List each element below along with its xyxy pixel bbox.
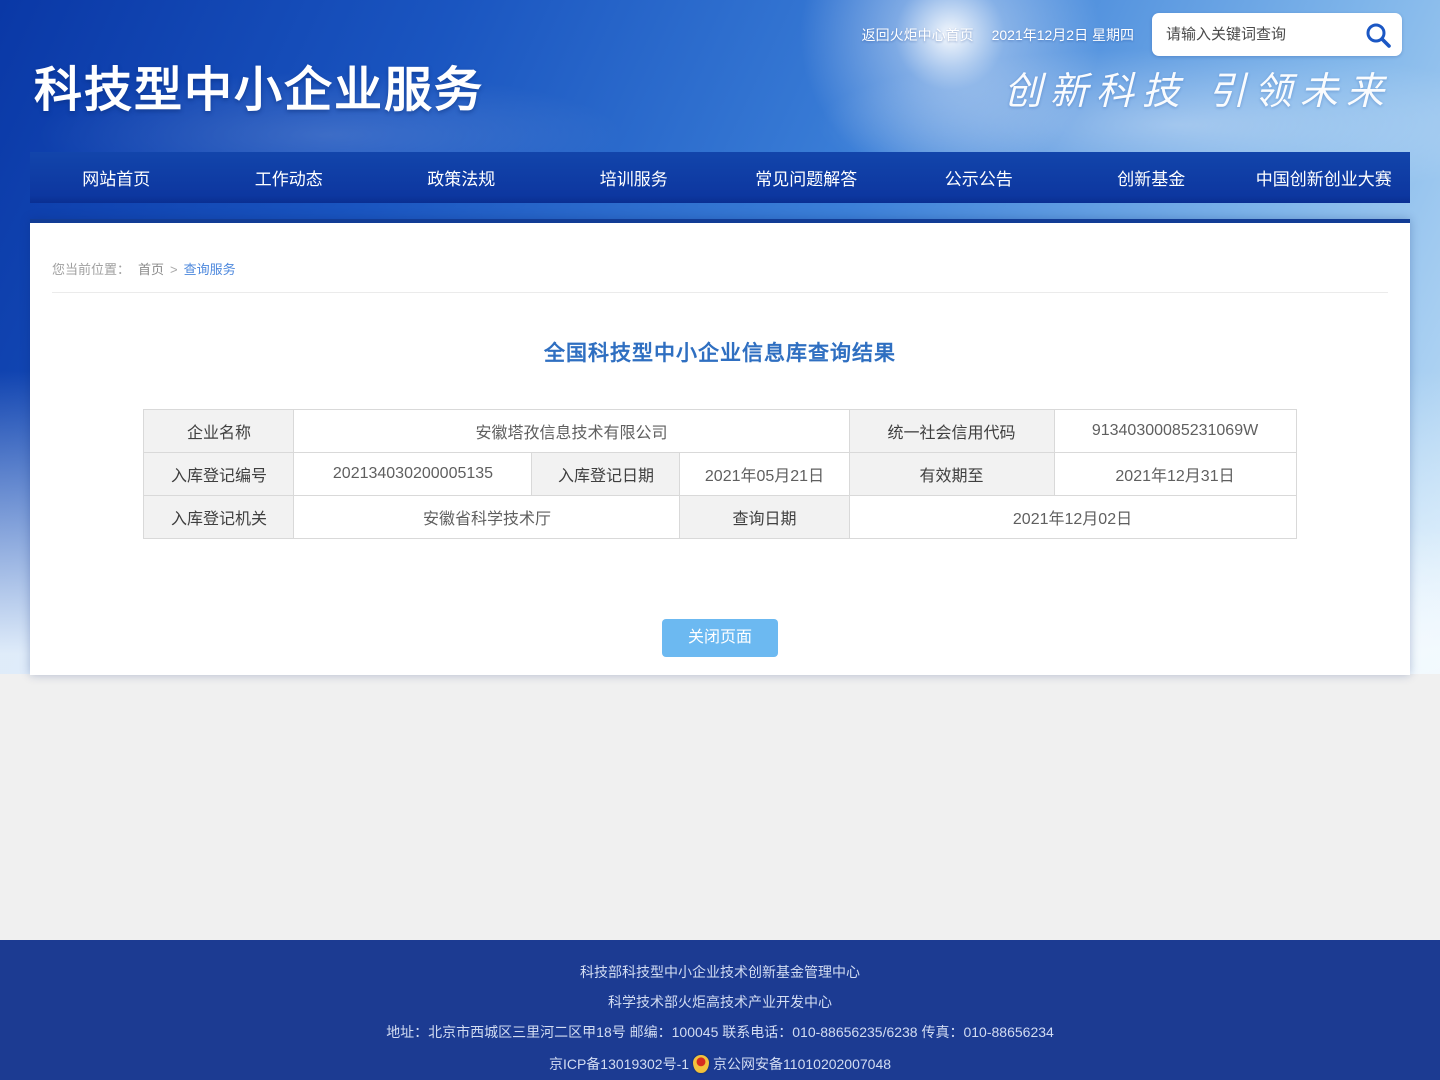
registration-date-label: 入库登记日期 <box>532 453 680 496</box>
search-box <box>1152 13 1402 56</box>
credit-code-value: 91340300085231069W <box>1054 410 1296 453</box>
breadcrumb-prefix: 您当前位置： <box>52 262 130 277</box>
page-title: 全国科技型中小企业信息库查询结果 <box>30 337 1410 367</box>
breadcrumb-divider <box>52 292 1388 293</box>
footer-address-line: 地址：北京市西城区三里河二区甲18号 邮编：100045 联系电话：010-88… <box>0 1025 1440 1039</box>
content-card: 您当前位置： 首页 > 查询服务 全国科技型中小企业信息库查询结果 企业名称 安徽塔孜… <box>30 219 1410 675</box>
site-header: 科技型中小企业服务 返回火炬中心首页 2021年12月2日 星期四 创新科技 引… <box>0 0 1440 152</box>
table-row: 入库登记编号 202134030200005135 入库登记日期 2021年05… <box>144 453 1296 496</box>
close-page-button[interactable]: 关闭页面 <box>662 619 778 657</box>
company-name-value: 安徽塔孜信息技术有限公司 <box>294 410 849 453</box>
breadcrumb-current-link[interactable]: 查询服务 <box>184 262 236 277</box>
valid-until-label: 有效期至 <box>849 453 1054 496</box>
nav-item-home[interactable]: 网站首页 <box>30 152 203 203</box>
button-row: 关闭页面 <box>30 619 1410 657</box>
registration-date-value: 2021年05月21日 <box>680 453 849 496</box>
police-badge-icon <box>693 1055 709 1073</box>
query-result-table: 企业名称 安徽塔孜信息技术有限公司 统一社会信用代码 9134030008523… <box>143 409 1296 539</box>
return-torch-home-link[interactable]: 返回火炬中心首页 <box>862 25 974 45</box>
registration-number-value: 202134030200005135 <box>294 453 532 496</box>
search-input[interactable] <box>1166 26 1356 43</box>
table-row: 企业名称 安徽塔孜信息技术有限公司 统一社会信用代码 9134030008523… <box>144 410 1296 453</box>
registration-number-label: 入库登记编号 <box>144 453 294 496</box>
table-row: 入库登记机关 安徽省科学技术厅 查询日期 2021年12月02日 <box>144 496 1296 539</box>
company-name-label: 企业名称 <box>144 410 294 453</box>
breadcrumb: 您当前位置： 首页 > 查询服务 <box>30 223 1410 278</box>
nav-item-training[interactable]: 培训服务 <box>548 152 721 203</box>
registration-authority-label: 入库登记机关 <box>144 496 294 539</box>
site-footer: 科技部科技型中小企业技术创新基金管理中心 科学技术部火炬高技术产业开发中心 地址… <box>0 940 1440 1080</box>
valid-until-value: 2021年12月31日 <box>1054 453 1296 496</box>
nav-item-announcements[interactable]: 公示公告 <box>893 152 1066 203</box>
header-slogan: 创新科技 引领未来 <box>1004 60 1392 115</box>
security-record-link[interactable]: 京公网安备11010202007048 <box>713 1056 891 1072</box>
current-date: 2021年12月2日 星期四 <box>992 25 1134 45</box>
nav-item-innovation-contest[interactable]: 中国创新创业大赛 <box>1238 152 1411 203</box>
page: 科技型中小企业服务 返回火炬中心首页 2021年12月2日 星期四 创新科技 引… <box>0 0 1440 1080</box>
search-icon[interactable] <box>1364 21 1392 49</box>
site-logo: 科技型中小企业服务 <box>34 50 484 120</box>
nav-item-innovation-fund[interactable]: 创新基金 <box>1065 152 1238 203</box>
nav-item-faq[interactable]: 常见问题解答 <box>720 152 893 203</box>
nav-item-policies[interactable]: 政策法规 <box>375 152 548 203</box>
registration-authority-value: 安徽省科学技术厅 <box>294 496 680 539</box>
nav-item-work-news[interactable]: 工作动态 <box>203 152 376 203</box>
credit-code-label: 统一社会信用代码 <box>849 410 1054 453</box>
footer-org-line-1: 科技部科技型中小企业技术创新基金管理中心 <box>0 965 1440 979</box>
breadcrumb-separator: > <box>170 262 178 277</box>
footer-org-line-2: 科学技术部火炬高技术产业开发中心 <box>0 995 1440 1009</box>
main-nav: 网站首页 工作动态 政策法规 培训服务 常见问题解答 公示公告 创新基金 中国创… <box>30 152 1410 203</box>
breadcrumb-home-link[interactable]: 首页 <box>138 262 164 277</box>
icp-record-link[interactable]: 京ICP备13019302号-1 <box>549 1056 689 1072</box>
header-toolbar: 返回火炬中心首页 2021年12月2日 星期四 <box>862 13 1402 56</box>
query-date-label: 查询日期 <box>680 496 849 539</box>
query-date-value: 2021年12月02日 <box>849 496 1296 539</box>
footer-record-line: 京ICP备13019302号-1 京公网安备11010202007048 <box>0 1055 1440 1073</box>
